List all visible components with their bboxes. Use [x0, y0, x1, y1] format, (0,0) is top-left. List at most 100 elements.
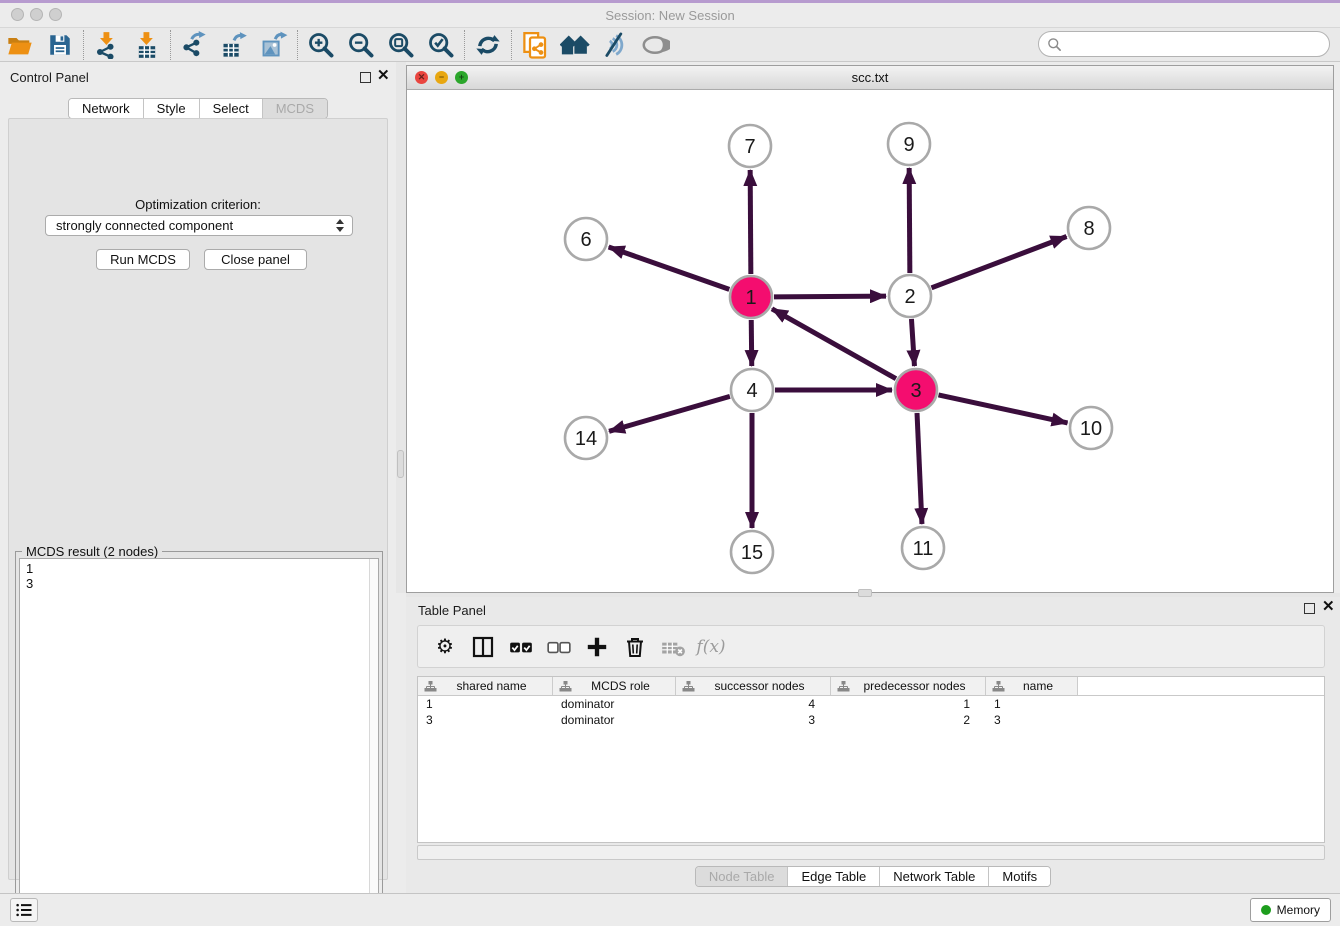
window-title: Session: New Session	[0, 3, 1340, 28]
column-header-predecessor-nodes[interactable]: predecessor nodes	[831, 677, 986, 695]
close-window-button[interactable]	[11, 8, 24, 21]
export-table-icon	[220, 31, 248, 59]
edge-3-1[interactable]	[772, 309, 896, 379]
edge-1-2[interactable]	[774, 296, 886, 297]
float-panel-icon[interactable]	[1304, 603, 1315, 614]
task-history-button[interactable]	[10, 898, 38, 922]
table-cell[interactable]: 3	[418, 712, 553, 728]
tab-select[interactable]: Select	[200, 99, 263, 118]
memory-button[interactable]: Memory	[1250, 898, 1331, 922]
delete-table-button[interactable]	[654, 629, 692, 665]
select-all-columns-button[interactable]	[502, 629, 540, 665]
tab-network-table[interactable]: Network Table	[880, 867, 989, 886]
float-panel-icon[interactable]	[360, 72, 371, 83]
edge-2-9[interactable]	[909, 168, 910, 273]
refresh-icon	[474, 31, 502, 59]
close-panel-icon[interactable]: ✕	[377, 67, 390, 85]
table-cell[interactable]: dominator	[553, 712, 676, 728]
column-header-shared-name[interactable]: shared name	[418, 677, 553, 695]
node-table[interactable]: shared nameMCDS rolesuccessor nodesprede…	[417, 676, 1325, 843]
column-header-successor-nodes[interactable]: successor nodes	[676, 677, 831, 695]
import-network-button[interactable]	[87, 29, 127, 61]
column-header-MCDS-role[interactable]: MCDS role	[553, 677, 676, 695]
zoom-selected-button[interactable]	[421, 29, 461, 61]
table-panel: Table Panel ✕ ⚙ f(x) shared nameMCDS rol…	[406, 597, 1340, 893]
tab-motifs[interactable]: Motifs	[989, 867, 1050, 886]
mcds-result-list[interactable]: 13	[19, 558, 379, 924]
table-cell[interactable]: dominator	[553, 696, 676, 712]
tab-node-table[interactable]: Node Table	[696, 867, 789, 886]
refresh-button[interactable]	[468, 29, 508, 61]
unselect-all-columns-button[interactable]	[540, 629, 578, 665]
open-session-button[interactable]	[0, 29, 40, 61]
optimization-criterion-dropdown[interactable]: strongly connected component	[45, 215, 353, 236]
zoom-fit-button[interactable]	[381, 29, 421, 61]
edge-4-14[interactable]	[609, 396, 730, 431]
function-builder-button[interactable]: f(x)	[692, 629, 730, 665]
network-close-button[interactable]: ✕	[415, 71, 428, 84]
mcds-result-title: MCDS result (2 nodes)	[22, 544, 162, 559]
edge-3-10[interactable]	[938, 395, 1067, 423]
zoom-in-icon	[307, 31, 335, 59]
hide-panels-button[interactable]	[595, 29, 635, 61]
table-cell[interactable]: 1	[418, 696, 553, 712]
result-scrollbar[interactable]	[369, 559, 378, 923]
network-canvas[interactable]: 7968124314101511	[407, 90, 1333, 592]
zoom-out-button[interactable]	[341, 29, 381, 61]
fx-icon: f(x)	[696, 637, 725, 657]
network-window-titlebar[interactable]: ✕ − + scc.txt	[407, 66, 1333, 90]
export-image-button[interactable]	[254, 29, 294, 61]
network-minimize-button[interactable]: −	[435, 71, 448, 84]
save-session-button[interactable]	[40, 29, 80, 61]
column-header-name[interactable]: name	[986, 677, 1078, 695]
show-panels-button[interactable]	[635, 29, 675, 61]
edge-2-3[interactable]	[911, 319, 914, 366]
minimize-window-button[interactable]	[30, 8, 43, 21]
splitter-grip[interactable]	[858, 589, 872, 597]
export-network-button[interactable]	[174, 29, 214, 61]
table-body: 1dominator4113dominator323	[418, 696, 1324, 728]
table-cell[interactable]: 4	[676, 696, 831, 712]
node-label-4: 4	[746, 380, 757, 402]
edge-1-7[interactable]	[750, 170, 751, 274]
table-cell[interactable]: 1	[986, 696, 1078, 712]
add-column-button[interactable]	[578, 629, 616, 665]
network-zoom-button[interactable]: +	[455, 71, 468, 84]
tab-network[interactable]: Network	[69, 99, 144, 118]
table-cell[interactable]: 2	[831, 712, 986, 728]
network-graph[interactable]: 7968124314101511	[407, 90, 1333, 592]
table-row[interactable]: 3dominator323	[418, 712, 1324, 728]
edge-3-11[interactable]	[917, 413, 922, 524]
table-options-button[interactable]: ⚙	[426, 629, 464, 665]
show-columns-button[interactable]	[464, 629, 502, 665]
node-label-2: 2	[904, 286, 915, 308]
close-panel-icon[interactable]: ✕	[1322, 598, 1335, 616]
table-cell[interactable]: 3	[676, 712, 831, 728]
table-horizontal-scrollbar[interactable]	[417, 845, 1325, 860]
import-table-button[interactable]	[127, 29, 167, 61]
table-row[interactable]: 1dominator411	[418, 696, 1324, 712]
table-cell[interactable]: 1	[831, 696, 986, 712]
edge-2-8[interactable]	[932, 237, 1067, 288]
edge-1-6[interactable]	[609, 247, 730, 289]
zoom-in-button[interactable]	[301, 29, 341, 61]
mcds-result-lines: 13	[26, 561, 378, 591]
toolbar-separator	[511, 30, 512, 60]
delete-column-button[interactable]	[616, 629, 654, 665]
close-panel-button[interactable]: Close panel	[204, 249, 307, 270]
node-label-1: 1	[745, 287, 756, 309]
table-cell[interactable]: 3	[986, 712, 1078, 728]
delete-table-icon	[660, 634, 686, 660]
run-mcds-button[interactable]: Run MCDS	[96, 249, 190, 270]
zoom-window-button[interactable]	[49, 8, 62, 21]
export-table-button[interactable]	[214, 29, 254, 61]
splitter-grip[interactable]	[397, 450, 404, 478]
clone-network-button[interactable]	[515, 29, 555, 61]
search-input[interactable]	[1038, 31, 1330, 57]
vertical-splitter[interactable]	[396, 62, 406, 593]
eye-icon	[640, 30, 670, 60]
tab-style[interactable]: Style	[144, 99, 200, 118]
tab-mcds[interactable]: MCDS	[263, 99, 327, 118]
tab-edge-table[interactable]: Edge Table	[788, 867, 880, 886]
home-button[interactable]	[555, 29, 595, 61]
